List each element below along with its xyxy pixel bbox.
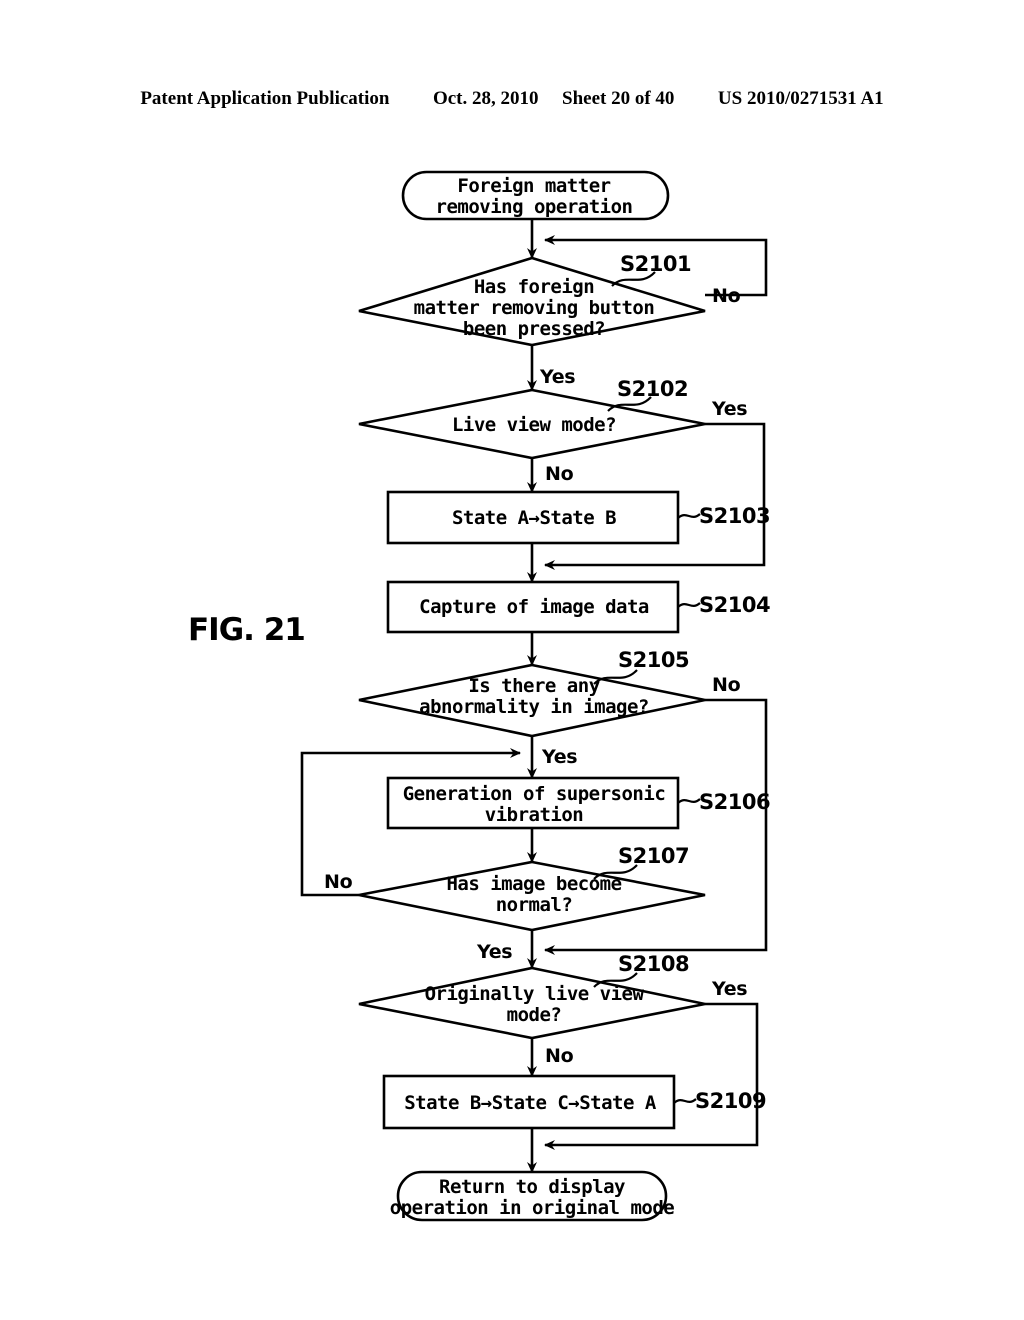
decision-s2108: Originally live view mode? (358, 966, 706, 1040)
terminal-start-line2: removing operation (436, 196, 633, 218)
step-label-s2108: S2108 (618, 952, 689, 976)
process-s2103-line1: State A→State B (452, 507, 616, 529)
process-s2109: State B→State C→State A (382, 1074, 676, 1130)
decision-s2108-line1: Originally live view (425, 983, 645, 1005)
step-label-s2101: S2101 (620, 252, 691, 276)
branch-s2101-no: No (712, 285, 741, 307)
decision-s2101-line2: matter removing button (414, 297, 655, 319)
branch-s2101-yes: Yes (539, 366, 575, 388)
process-s2103: State A→State B (386, 490, 680, 545)
terminal-start-line1: Foreign matter (457, 175, 610, 197)
patent-figure-page: Patent Application Publication Oct. 28, … (0, 0, 1024, 1320)
branch-s2102-no: No (545, 463, 574, 485)
branch-s2105-no: No (712, 674, 741, 696)
process-s2106: Generation of supersonic vibration (386, 776, 680, 830)
process-s2106-line1: Generation of supersonic (403, 783, 666, 805)
step-label-s2107: S2107 (618, 844, 689, 868)
terminal-end-line2: operation in original mode (390, 1197, 674, 1219)
step-label-s2106: S2106 (699, 790, 770, 814)
branch-s2108-no: No (545, 1045, 574, 1067)
terminal-end: Return to display operation in original … (390, 1170, 675, 1222)
decision-s2105-line1: Is there any (468, 675, 599, 697)
decision-s2105: Is there any abnormality in image? (358, 663, 706, 738)
decision-s2101-line1: Has foreign (474, 276, 594, 298)
decision-s2108-line2: mode? (507, 1004, 562, 1026)
step-label-s2103: S2103 (699, 504, 770, 528)
decision-s2107-line2: normal? (496, 894, 573, 916)
flowchart-diagram: Foreign matter removing operation Has fo… (300, 170, 771, 1222)
leader-s2103 (677, 513, 701, 519)
terminal-end-line1: Return to display (439, 1176, 625, 1198)
leader-s2106 (677, 798, 701, 804)
step-label-s2104: S2104 (699, 593, 770, 617)
process-s2104: Capture of image data (386, 580, 680, 634)
step-label-s2109: S2109 (695, 1089, 766, 1113)
branch-s2105-yes: Yes (541, 746, 577, 768)
decision-s2107-line1: Has image become (446, 873, 621, 895)
decision-s2105-line2: abnormality in image? (419, 696, 649, 718)
terminal-start: Foreign matter removing operation (401, 170, 670, 221)
branch-s2107-no: No (324, 871, 353, 893)
decision-s2102-line1: Live view mode? (452, 414, 616, 436)
process-s2104-line1: Capture of image data (419, 596, 649, 618)
branch-s2102-yes: Yes (711, 398, 747, 420)
step-label-s2105: S2105 (618, 648, 689, 672)
branch-s2107-yes: Yes (476, 941, 512, 963)
leader-s2104 (677, 602, 701, 608)
branch-s2108-yes: Yes (711, 978, 747, 1000)
decision-s2101-line3: been pressed? (463, 318, 605, 340)
process-s2106-line2: vibration (485, 804, 583, 826)
decision-s2107: Has image become normal? (358, 860, 706, 932)
leader-s2109 (673, 1098, 697, 1104)
step-label-s2102: S2102 (617, 377, 688, 401)
process-s2109-line1: State B→State C→State A (404, 1092, 657, 1114)
